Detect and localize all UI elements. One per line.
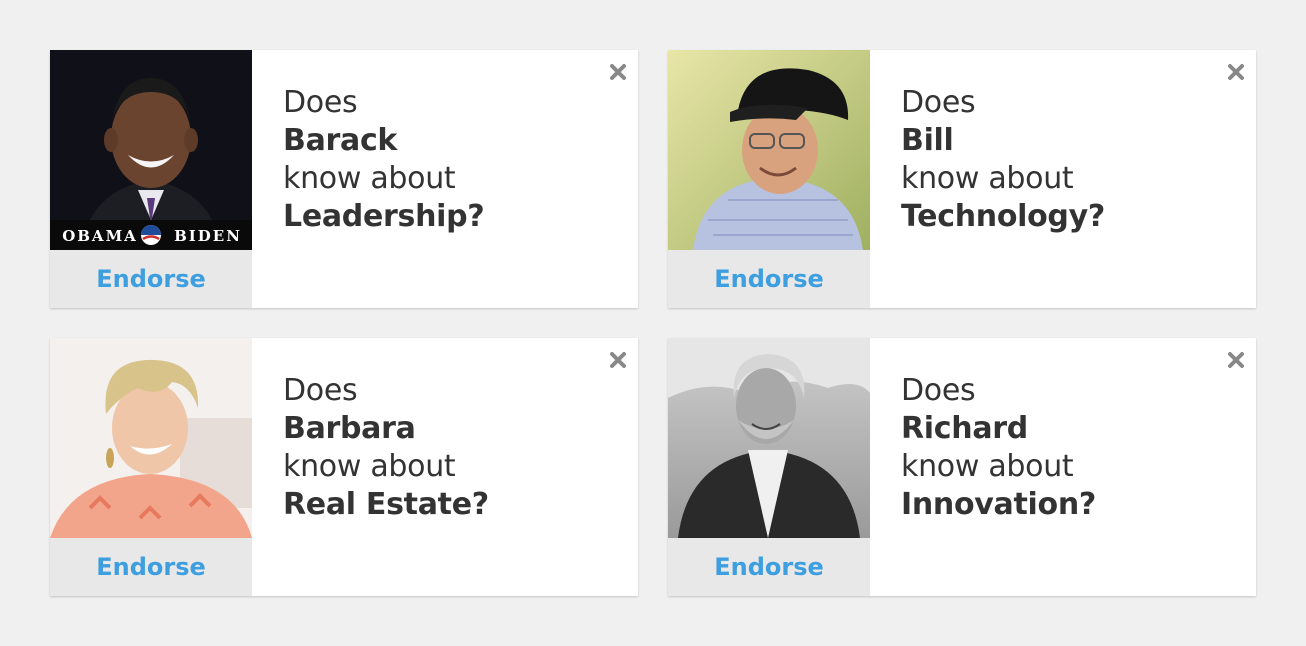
- endorse-question: Does Bill know about Technology?: [901, 84, 1105, 236]
- skill-topic: Technology?: [901, 199, 1105, 234]
- endorse-button[interactable]: Endorse: [668, 250, 870, 308]
- photo-caption-right: BIDEN: [174, 227, 242, 245]
- endorse-button[interactable]: Endorse: [668, 538, 870, 596]
- person-name: Richard: [901, 411, 1028, 446]
- profile-photo-image: [668, 338, 870, 538]
- close-icon[interactable]: [1227, 63, 1245, 81]
- endorse-question: Does Barack know about Leadership?: [283, 84, 485, 236]
- profile-photo: [50, 338, 252, 538]
- photo-caption-left: OBAMA: [62, 227, 138, 245]
- endorse-question: Does Richard know about Innovation?: [901, 372, 1096, 524]
- profile-photo: OBAMA BIDEN: [50, 50, 252, 250]
- endorsement-card: Endorse Does Barbara know about Real Est…: [50, 338, 638, 596]
- question-prefix: Does: [901, 85, 976, 120]
- close-icon[interactable]: [609, 351, 627, 369]
- person-name: Barbara: [283, 411, 416, 446]
- question-middle: know about: [283, 449, 456, 484]
- question-prefix: Does: [283, 373, 358, 408]
- profile-photo: [668, 338, 870, 538]
- skill-topic: Leadership?: [283, 199, 485, 234]
- endorsement-card: OBAMA BIDEN Endorse Does Barack know abo…: [50, 50, 638, 308]
- question-middle: know about: [901, 449, 1074, 484]
- close-icon[interactable]: [609, 63, 627, 81]
- person-name: Bill: [901, 123, 954, 158]
- profile-photo: [668, 50, 870, 250]
- endorse-button[interactable]: Endorse: [50, 538, 252, 596]
- endorsement-card: Endorse Does Richard know about Innovati…: [668, 338, 1256, 596]
- question-middle: know about: [901, 161, 1074, 196]
- person-name: Barack: [283, 123, 398, 158]
- endorse-question: Does Barbara know about Real Estate?: [283, 372, 489, 524]
- endorse-button[interactable]: Endorse: [50, 250, 252, 308]
- skill-topic: Real Estate?: [283, 487, 489, 522]
- question-middle: know about: [283, 161, 456, 196]
- profile-photo-image: [668, 50, 870, 250]
- profile-photo-image: OBAMA BIDEN: [50, 50, 252, 250]
- profile-photo-image: [50, 338, 252, 538]
- skill-topic: Innovation?: [901, 487, 1096, 522]
- close-icon[interactable]: [1227, 351, 1245, 369]
- question-prefix: Does: [901, 373, 976, 408]
- endorsement-card: Endorse Does Bill know about Technology?: [668, 50, 1256, 308]
- question-prefix: Does: [283, 85, 358, 120]
